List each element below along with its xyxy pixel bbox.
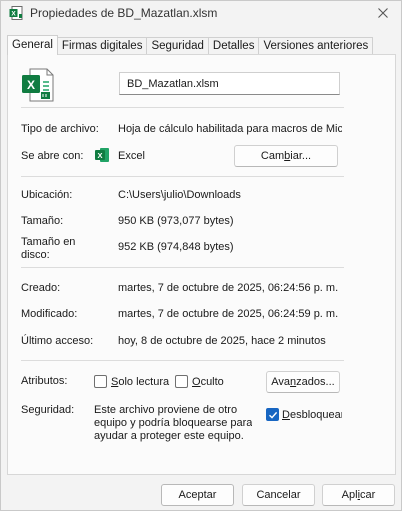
unblock-checkbox[interactable] [266,408,279,421]
opens-with-label: Se abre con: [21,150,84,162]
change-button-prefix: Cam [260,150,285,162]
read-only-checkbox[interactable] [94,375,107,388]
svg-text:X: X [27,78,35,92]
unblock-label-rest: esbloquear [289,409,342,421]
accept-button[interactable]: Aceptar [161,484,234,506]
size-on-disk-label-line1: Tamaño en [21,236,76,248]
unblock-mnemonic: D [282,409,290,421]
apply-button-prefix: Apl [341,489,358,501]
change-button-suffix: iar... [290,150,312,162]
opens-with-app: Excel [118,150,145,162]
tab-previous-versions[interactable]: Versiones anteriores [258,37,374,55]
checkmark-icon [269,411,278,419]
file-type-label: Tipo de archivo: [21,123,99,135]
file-name-input[interactable] [119,72,340,95]
svg-text:X: X [97,151,102,160]
general-panel: X Tipo de archivo: Hoja de cálculo habil… [7,54,396,475]
change-app-button[interactable]: Cambiar... [234,145,338,167]
tab-details[interactable]: Detalles [207,37,260,55]
location-label: Ubicación: [21,189,73,201]
hidden-label[interactable]: Oculto [192,376,224,388]
apply-button-suffix: car [360,489,376,501]
tab-digital-signatures[interactable]: Firmas digitales [56,37,148,55]
title-bar[interactable]: X Propiedades de BD_Mazatlan.xlsm [1,1,401,25]
excel-macro-file-icon: X [22,68,54,102]
apply-button[interactable]: Aplicar [322,484,395,506]
advanced-button[interactable]: Avanzados... [266,371,340,393]
hidden-mnemonic: O [192,376,201,388]
modified-label: Modificado: [21,308,78,320]
divider [21,267,344,268]
hidden-checkbox[interactable] [175,375,188,388]
tab-security[interactable]: Seguridad [146,37,209,55]
divider [21,176,344,177]
cancel-button[interactable]: Cancelar [242,484,315,506]
security-label: Seguridad: [21,404,75,416]
size-label: Tamaño: [21,215,64,227]
security-message-line2: equipo y podría bloquearse para [94,417,253,429]
excel-icon: X [95,148,109,162]
divider [21,360,344,361]
svg-text:X: X [11,11,16,18]
close-button[interactable] [373,3,393,23]
hidden-label-rest: culto [200,376,224,388]
location-value: C:\Users\julio\Downloads [118,189,241,201]
security-message-line1: Este archivo proviene de otro [94,404,238,416]
modified-value: martes, 7 de octubre de 2025, 06:24:59 p… [118,308,339,320]
accessed-label: Último acceso: [21,335,94,347]
created-label: Creado: [21,282,61,294]
properties-window: X Propiedades de BD_Mazatlan.xlsm Genera… [0,0,402,511]
tab-strip: General Firmas digitales Seguridad Detal… [7,35,374,55]
excel-file-icon: X [9,6,23,20]
size-on-disk-label-line2: disco: [21,249,50,261]
size-on-disk-value: 952 KB (974,848 bytes) [118,241,234,253]
close-icon [378,8,388,18]
security-message-line3: ayudar a proteger este equipo. [94,430,244,442]
size-value: 950 KB (973,077 bytes) [118,215,234,227]
read-only-label[interactable]: Solo lectura [111,376,169,388]
advanced-button-suffix: zados... [296,376,335,388]
window-title: Propiedades de BD_Mazatlan.xlsm [30,6,218,20]
read-only-label-rest: olo lectura [118,376,170,388]
advanced-button-prefix: Ava [271,376,291,388]
created-value: martes, 7 de octubre de 2025, 06:24:56 p… [118,282,339,294]
file-type-value: Hoja de cálculo habilitada para macros d… [118,123,342,135]
unblock-label[interactable]: Desbloquear [282,409,342,421]
tab-general[interactable]: General [7,35,58,55]
divider [21,107,344,108]
accessed-value: hoy, 8 de octubre de 2025, hace 2 minuto… [118,335,326,347]
attributes-label: Atributos: [21,375,68,387]
